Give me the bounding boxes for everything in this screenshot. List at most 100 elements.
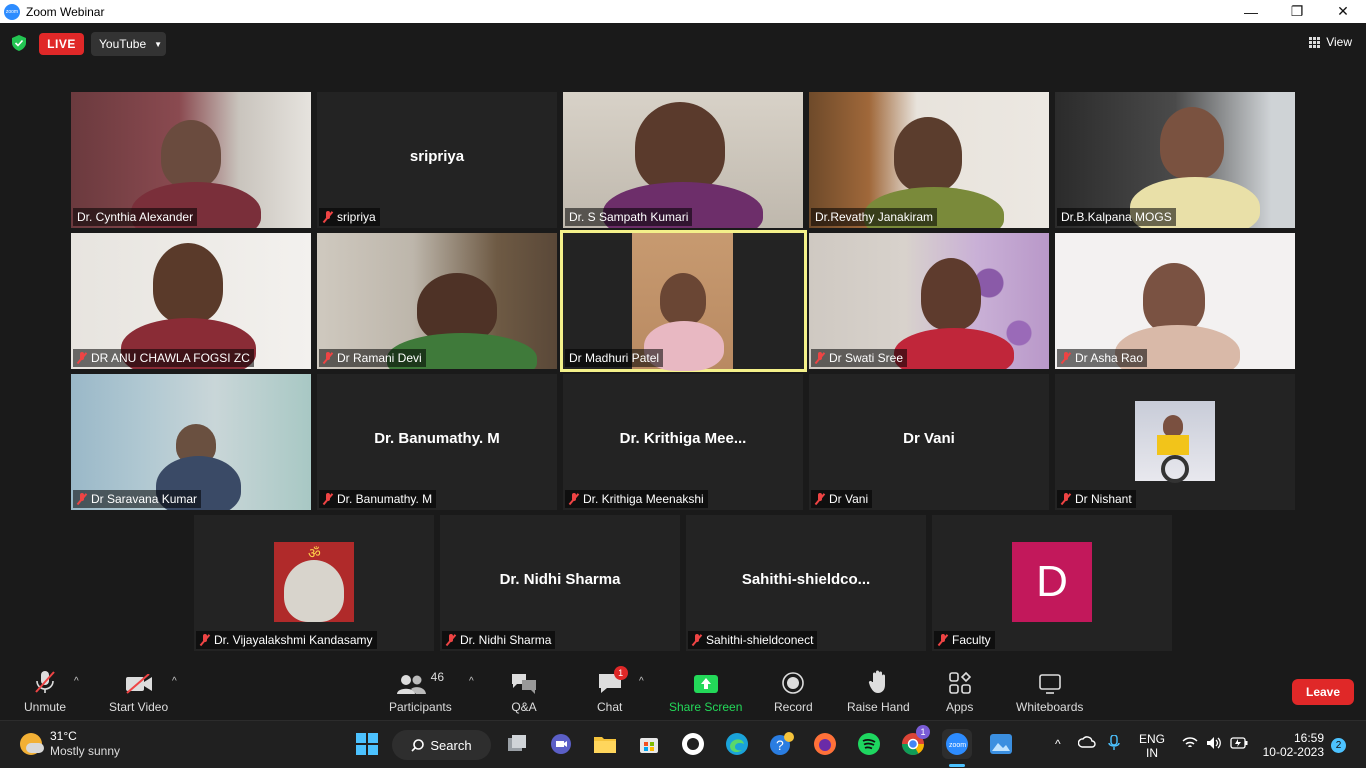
store-icon[interactable]: [634, 729, 664, 759]
video-tile[interactable]: Dr Nishant: [1055, 374, 1295, 510]
video-tile[interactable]: Dr. Nidhi Sharma Dr. Nidhi Sharma: [440, 515, 680, 651]
participant-name-label: Sahithi-shieldconect: [688, 631, 818, 649]
live-badge[interactable]: LIVE: [39, 33, 84, 55]
video-tile[interactable]: Dr Swati Sree: [809, 233, 1049, 369]
svg-text:zoom: zoom: [949, 742, 966, 749]
video-tile[interactable]: Dr.B.Kalpana MOGS: [1055, 92, 1295, 228]
svg-text:?: ?: [776, 737, 784, 753]
video-tile[interactable]: D Faculty: [932, 515, 1172, 651]
participant-name-center: Dr. Krithiga Mee...: [619, 430, 747, 447]
apps-button[interactable]: Apps: [946, 668, 973, 714]
record-icon: [782, 668, 805, 694]
weather-temp: 31°C: [50, 729, 77, 743]
mic-muted-icon: [1061, 352, 1071, 364]
chrome-badge: 1: [916, 725, 930, 739]
participant-name-label: Dr.Revathy Janakiram: [811, 208, 938, 226]
audio-options-caret[interactable]: ^: [74, 676, 79, 687]
cloud-icon[interactable]: [1077, 735, 1096, 752]
unmute-button[interactable]: Unmute: [24, 668, 66, 714]
mic-muted-icon: [815, 493, 825, 505]
participant-name-center: sripriya: [409, 148, 465, 165]
om-symbol-icon: ॐ: [308, 545, 321, 561]
whiteboards-button[interactable]: Whiteboards: [1016, 668, 1083, 714]
participant-name-label: Dr Nishant: [1057, 490, 1136, 508]
video-tile[interactable]: Dr Saravana Kumar: [71, 374, 311, 510]
mic-muted-icon: [692, 634, 702, 646]
spotify-icon[interactable]: [854, 729, 884, 759]
video-tile[interactable]: Dr. S Sampath Kumari: [563, 92, 803, 228]
mic-muted-icon: [323, 211, 333, 223]
restore-button[interactable]: ❐: [1274, 0, 1320, 23]
participant-video: [1143, 263, 1205, 333]
participant-video: [161, 120, 221, 188]
view-button[interactable]: View: [1309, 35, 1352, 49]
chat-button[interactable]: 1 Chat: [597, 666, 628, 714]
clock[interactable]: 16:59 10-02-2023: [1260, 731, 1324, 759]
firefox-icon[interactable]: [810, 729, 840, 759]
mic-off-icon: [34, 668, 56, 694]
start-video-button[interactable]: Start Video: [109, 668, 168, 714]
photos-icon[interactable]: [986, 729, 1016, 759]
search-icon: [411, 738, 425, 752]
chat-badge: 1: [613, 666, 628, 680]
participant-name-label: Dr. Banumathy. M: [319, 490, 437, 508]
wifi-icon[interactable]: [1182, 737, 1198, 752]
notification-badge[interactable]: 2: [1331, 738, 1346, 753]
video-tile-active-speaker[interactable]: Dr Madhuri Patel: [560, 230, 807, 372]
stream-label: YouTube: [99, 37, 147, 51]
record-button[interactable]: Record: [774, 668, 813, 714]
edge-icon[interactable]: [722, 729, 752, 759]
meeting-toolbar: Unmute ^ Start Video ^ 46 Participants ^…: [0, 662, 1366, 720]
app-circle-icon[interactable]: [678, 729, 708, 759]
participant-name-label: Dr.B.Kalpana MOGS: [1057, 208, 1176, 226]
profile-picture: [1135, 401, 1215, 483]
stream-dropdown[interactable]: YouTube ▼: [91, 32, 166, 56]
show-hidden-icons[interactable]: ^: [1055, 737, 1061, 751]
video-tile[interactable]: Dr.Revathy Janakiram: [809, 92, 1049, 228]
video-tile[interactable]: Dr Vani Dr Vani: [809, 374, 1049, 510]
video-tile[interactable]: Dr Asha Rao: [1055, 233, 1295, 369]
window-titlebar: zoom Zoom Webinar — ❐ ✕: [0, 0, 1366, 23]
meeting-topbar: LIVE YouTube ▼ View: [0, 23, 1366, 65]
participant-name-label: Dr. Vijayalakshmi Kandasamy: [196, 631, 377, 649]
help-icon[interactable]: ?: [766, 729, 796, 759]
taskbar-search[interactable]: Search: [392, 730, 491, 760]
video-tile[interactable]: Dr. Banumathy. M Dr. Banumathy. M: [317, 374, 557, 510]
video-tile[interactable]: sripriya sripriya: [317, 92, 557, 228]
video-tile[interactable]: ॐ Dr. Vijayalakshmi Kandasamy: [194, 515, 434, 651]
letter-avatar: D: [1012, 542, 1092, 622]
video-tile[interactable]: Dr. Cynthia Alexander: [71, 92, 311, 228]
participant-name-center: Dr Vani: [903, 430, 955, 447]
minimize-button[interactable]: —: [1228, 0, 1274, 23]
qa-button[interactable]: Q&A: [511, 668, 537, 714]
share-screen-button[interactable]: Share Screen: [669, 668, 742, 714]
video-tile[interactable]: Sahithi-shieldco... Sahithi-shieldconect: [686, 515, 926, 651]
participants-button[interactable]: 46 Participants: [389, 668, 452, 714]
raise-hand-button[interactable]: Raise Hand: [847, 668, 910, 714]
participant-video: [635, 102, 725, 192]
video-tile[interactable]: Dr Ramani Devi: [317, 233, 557, 369]
mic-muted-icon: [569, 493, 579, 505]
microphone-icon[interactable]: [1108, 734, 1120, 754]
security-shield-icon[interactable]: [12, 35, 26, 51]
video-tile[interactable]: Dr. Krithiga Mee... Dr. Krithiga Meenaks…: [563, 374, 803, 510]
volume-icon[interactable]: [1206, 736, 1222, 753]
task-view-icon[interactable]: [502, 729, 532, 759]
participants-options-caret[interactable]: ^: [469, 676, 474, 687]
meet-icon[interactable]: [546, 729, 576, 759]
video-options-caret[interactable]: ^: [172, 676, 177, 687]
mic-muted-icon: [323, 493, 333, 505]
video-tile[interactable]: DR ANU CHAWLA FOGSI ZC: [71, 233, 311, 369]
language-indicator[interactable]: ENG IN: [1139, 732, 1165, 760]
chat-options-caret[interactable]: ^: [639, 676, 644, 687]
close-button[interactable]: ✕: [1320, 0, 1366, 23]
participant-name-label: DR ANU CHAWLA FOGSI ZC: [73, 349, 254, 367]
file-explorer-icon[interactable]: [590, 729, 620, 759]
leave-button[interactable]: Leave: [1292, 679, 1354, 705]
battery-icon[interactable]: [1230, 737, 1248, 752]
participant-name-label: Faculty: [934, 631, 995, 649]
weather-widget[interactable]: 31°C Mostly sunny: [20, 729, 120, 759]
windows-start-icon[interactable]: [352, 729, 382, 759]
zoom-taskbar-icon[interactable]: zoom: [942, 729, 972, 759]
chrome-icon[interactable]: 1: [898, 725, 930, 759]
